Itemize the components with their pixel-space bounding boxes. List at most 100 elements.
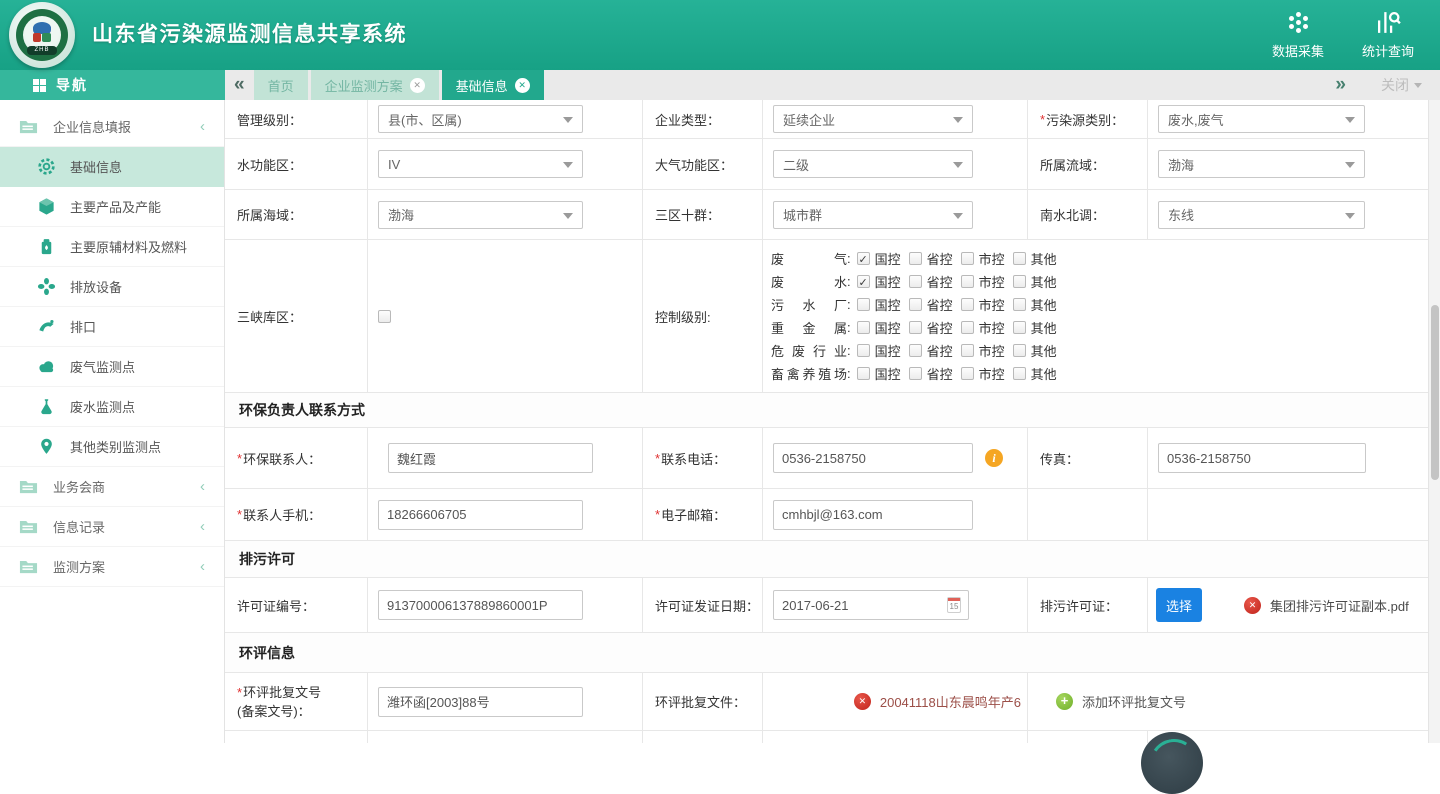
checkbox-municipal[interactable] (961, 367, 974, 380)
add-eia-number-link[interactable]: 添加环评批复文号 (1082, 692, 1186, 711)
scrollbar-thumb[interactable] (1431, 305, 1439, 480)
tab-home[interactable]: 首页 (254, 70, 308, 100)
eia-file-name: 20041118山东晨鸣年产6 (880, 692, 1021, 711)
pin-icon (37, 437, 56, 456)
sidebar-item-emission-equipment[interactable]: 排放设备 (0, 267, 224, 307)
sidebar-item-basic-info[interactable]: 基础信息 (0, 147, 224, 187)
fax-input[interactable] (1158, 443, 1366, 473)
south-north-water-select[interactable]: 东线 (1158, 201, 1365, 229)
sidebar-group-monitor-plan[interactable]: 监测方案 ‹ (0, 547, 224, 587)
sidebar-item-waste-gas-points[interactable]: 废气监测点 (0, 347, 224, 387)
contact-mobile-input[interactable] (378, 500, 583, 530)
basic-info-form: 管理级别： 县(市、区属) 企业类型： 延续企业 * 污染源类别： 废水,废气 … (225, 100, 1440, 743)
checkbox-municipal[interactable] (961, 252, 974, 265)
vertical-scrollbar[interactable] (1428, 100, 1440, 743)
checkbox-municipal[interactable] (961, 298, 974, 311)
chevron-down-icon (563, 213, 573, 219)
sidebar-item-waste-water-points[interactable]: 废水监测点 (0, 387, 224, 427)
control-level-label: 控制级别: (643, 240, 763, 392)
checkbox-other[interactable] (1013, 321, 1026, 334)
checkbox-other[interactable] (1013, 344, 1026, 357)
sea-area-label: 所属海域： (225, 190, 368, 239)
air-function-zone-label: 大气功能区： (643, 139, 763, 189)
contact-name-input[interactable] (388, 443, 593, 473)
three-gorges-label: 三峡库区： (225, 240, 368, 392)
enterprise-type-select[interactable]: 延续企业 (773, 105, 973, 133)
sidebar-group-enterprise-info[interactable]: 企业信息填报 ‹ (0, 107, 224, 147)
permit-number-input[interactable] (378, 590, 583, 620)
floating-logo-widget[interactable] (1141, 732, 1203, 794)
checkbox-municipal[interactable] (961, 344, 974, 357)
tabs-scroll-left-button[interactable]: « (225, 70, 254, 100)
sidebar-item-other-monitor-points[interactable]: 其他类别监测点 (0, 427, 224, 467)
sidebar-item-outlets[interactable]: 排口 (0, 307, 224, 347)
checkbox-other[interactable] (1013, 252, 1026, 265)
data-collection-button[interactable]: 数据采集 (1260, 9, 1336, 60)
permit-file-name: 集团排污许可证副本.pdf (1270, 596, 1409, 615)
chevron-down-icon (1345, 117, 1355, 123)
sea-area-select[interactable]: 渤海 (378, 201, 583, 229)
south-north-water-label: 南水北调： (1028, 190, 1148, 239)
checkbox-municipal[interactable] (961, 275, 974, 288)
folder-icon (19, 557, 38, 576)
close-menu-button[interactable]: 关闭 (1381, 75, 1422, 95)
folder-icon (19, 477, 38, 496)
eia-number-label: *环评批复文号 (备案文号)： (225, 673, 368, 730)
close-tab-icon[interactable] (410, 78, 425, 93)
management-level-select[interactable]: 县(市、区属) (378, 105, 583, 133)
permit-cert-label: 排污许可证： (1028, 578, 1148, 632)
river-basin-select[interactable]: 渤海 (1158, 150, 1365, 178)
checkbox-national[interactable] (857, 275, 870, 288)
select-file-button[interactable]: 选择 (1156, 588, 1202, 622)
add-icon[interactable] (1056, 693, 1073, 710)
checkbox-municipal[interactable] (961, 321, 974, 334)
checkbox-national[interactable] (857, 321, 870, 334)
checkbox-provincial[interactable] (909, 252, 922, 265)
sidebar-item-products[interactable]: 主要产品及产能 (0, 187, 224, 227)
email-input[interactable] (773, 500, 973, 530)
section-contact-header: 环保负责人联系方式 (225, 393, 1440, 428)
three-zones-ten-clusters-select[interactable]: 城市群 (773, 201, 973, 229)
pollution-source-type-select[interactable]: 废水,废气 (1158, 105, 1365, 133)
checkbox-other[interactable] (1013, 367, 1026, 380)
checkbox-national[interactable] (857, 252, 870, 265)
checkbox-national[interactable] (857, 367, 870, 380)
control-level-row-hazardous-waste: 危废行业: 国控 省控 市控 其他 (771, 339, 1065, 362)
close-tab-icon[interactable] (515, 78, 530, 93)
delete-file-icon[interactable] (854, 693, 871, 710)
info-icon[interactable]: i (985, 449, 1003, 467)
delete-file-icon[interactable] (1244, 597, 1261, 614)
checkbox-provincial[interactable] (909, 275, 922, 288)
calendar-icon[interactable]: 15 (947, 597, 961, 613)
checkbox-provincial[interactable] (909, 321, 922, 334)
chevron-left-icon: ‹ (200, 478, 205, 495)
tab-enterprise-monitor-plan[interactable]: 企业监测方案 (311, 70, 439, 100)
contact-phone-input[interactable] (773, 443, 973, 473)
three-gorges-checkbox[interactable] (378, 310, 391, 323)
checkbox-national[interactable] (857, 344, 870, 357)
sidebar-group-business-consult[interactable]: 业务会商 ‹ (0, 467, 224, 507)
chevron-down-icon (1345, 162, 1355, 168)
checkbox-national[interactable] (857, 298, 870, 311)
eia-approval-number-input[interactable] (378, 687, 583, 717)
sidebar-nav: 企业信息填报 ‹ 基础信息 主要产品及产能 主要原辅材料及燃料 (0, 100, 225, 743)
checkbox-other[interactable] (1013, 298, 1026, 311)
chevron-down-icon (953, 213, 963, 219)
sidebar-item-materials-fuel[interactable]: 主要原辅材料及燃料 (0, 227, 224, 267)
checkbox-provincial[interactable] (909, 344, 922, 357)
river-basin-label: 所属流域： (1028, 139, 1148, 189)
folder-icon (19, 117, 38, 136)
checkbox-provincial[interactable] (909, 298, 922, 311)
stats-magnifier-icon (1375, 9, 1402, 36)
tabs-scroll-right-button[interactable]: » (1326, 70, 1355, 100)
chevron-down-icon (1414, 83, 1422, 88)
air-function-zone-select[interactable]: 二级 (773, 150, 973, 178)
sidebar-group-info-records[interactable]: 信息记录 ‹ (0, 507, 224, 547)
permit-issue-date-input[interactable] (773, 590, 969, 620)
checkbox-other[interactable] (1013, 275, 1026, 288)
water-function-zone-select[interactable]: IV (378, 150, 583, 178)
statistics-query-button[interactable]: 统计查询 (1350, 9, 1426, 60)
checkbox-provincial[interactable] (909, 367, 922, 380)
tab-basic-info[interactable]: 基础信息 (442, 70, 544, 100)
cube-icon (37, 197, 56, 216)
